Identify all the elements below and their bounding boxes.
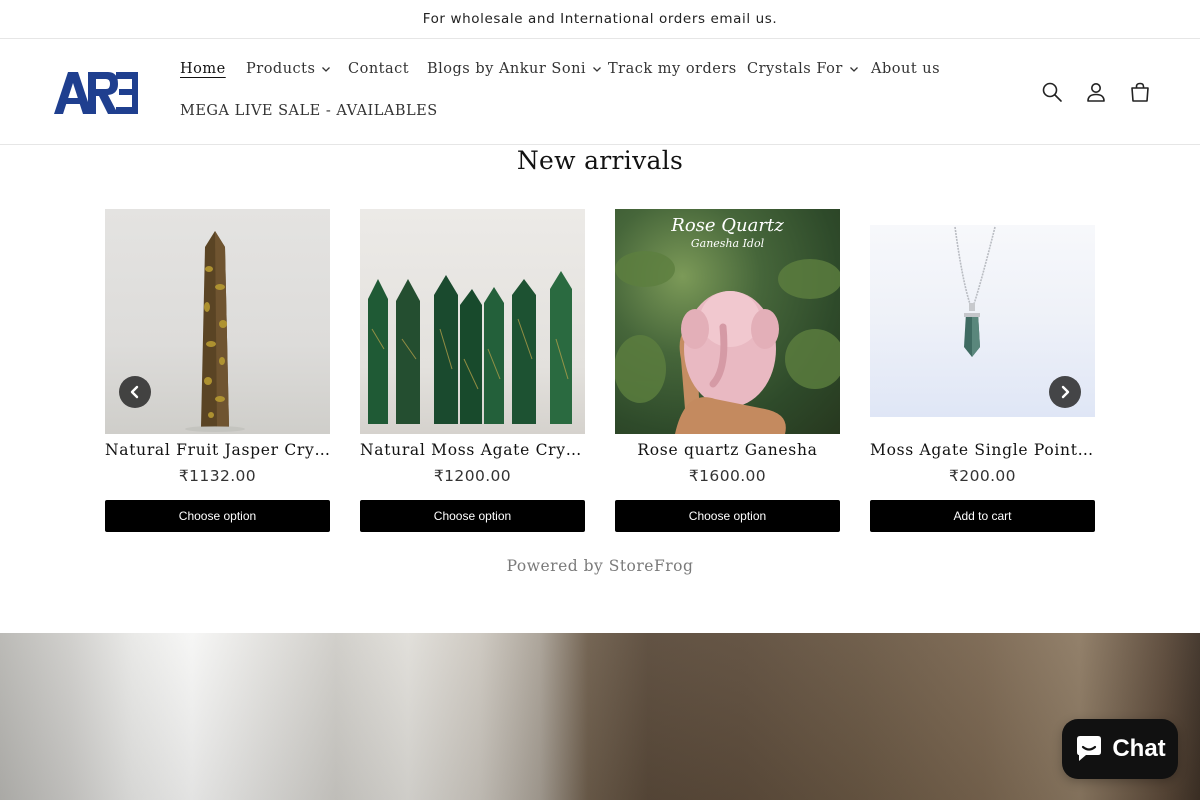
chat-label: Chat <box>1112 735 1166 762</box>
product-price: ₹200.00 <box>949 467 1016 485</box>
add-to-cart-button[interactable]: Add to cart <box>870 500 1095 532</box>
carousel-prev-button[interactable] <box>119 376 151 408</box>
chevron-left-icon <box>130 385 139 399</box>
search-icon[interactable] <box>1040 80 1064 104</box>
nav-crystals-for[interactable]: Crystals For <box>747 61 859 77</box>
announcement-bar: For wholesale and International orders e… <box>0 0 1200 39</box>
nav-mega-sale-label: MEGA LIVE SALE - AVAILABLES <box>180 103 438 119</box>
product-price: ₹1200.00 <box>433 467 512 485</box>
nav-about-label: About us <box>871 61 941 77</box>
chat-bubble-icon <box>1077 736 1102 761</box>
nav-track-label: Track my orders <box>608 61 737 77</box>
product-image[interactable]: Rose Quartz Ganesha Idol <box>615 209 840 434</box>
nav-contact-label: Contact <box>348 61 410 77</box>
product-card[interactable]: Moss Agate Single Point Pendant ₹200.00 … <box>870 209 1095 532</box>
nav-track-orders[interactable]: Track my orders <box>608 61 737 77</box>
nav-products[interactable]: Products <box>246 61 331 77</box>
carousel-next-button[interactable] <box>1049 376 1081 408</box>
cart-icon[interactable] <box>1128 80 1152 104</box>
announcement-text: For wholesale and International orders e… <box>422 11 778 27</box>
product-title[interactable]: Natural Moss Agate Crystal Towers <box>360 441 585 459</box>
hero-banner-image <box>0 633 1200 800</box>
product-price: ₹1132.00 <box>178 467 257 485</box>
nav-home-label: Home <box>180 61 226 77</box>
nav-about[interactable]: About us <box>871 61 940 77</box>
product-title[interactable]: Moss Agate Single Point Pendant <box>870 441 1095 459</box>
choose-option-button[interactable]: Choose option <box>360 500 585 532</box>
product-title[interactable]: Rose quartz Ganesha <box>615 441 840 459</box>
section-title: New arrivals <box>516 146 684 175</box>
product-card[interactable]: Rose Quartz Ganesha Idol Rose quartz Gan… <box>615 209 840 532</box>
account-icon[interactable] <box>1084 80 1108 104</box>
chevron-right-icon <box>1061 385 1070 399</box>
nav-products-label: Products <box>246 61 316 77</box>
chevron-down-icon <box>849 67 858 72</box>
chevron-down-icon <box>322 67 331 72</box>
product-price: ₹1600.00 <box>688 467 767 485</box>
chevron-down-icon <box>593 67 602 72</box>
nav-crystals-for-label: Crystals For <box>747 61 843 77</box>
moss-agate-towers-image <box>368 271 572 424</box>
image-caption-title: Rose Quartz <box>671 215 784 236</box>
nav-contact[interactable]: Contact <box>348 61 409 77</box>
choose-option-button[interactable]: Choose option <box>615 500 840 532</box>
image-caption-subtitle: Ganesha Idol <box>690 237 765 250</box>
nav-blogs-label: Blogs by Ankur Soni <box>427 61 587 77</box>
product-card[interactable]: Natural Moss Agate Crystal Towers ₹1200.… <box>360 209 585 532</box>
chat-widget-button[interactable]: Chat <box>1062 719 1178 779</box>
banner-overlay <box>0 633 1200 800</box>
product-card[interactable]: Natural Fruit Jasper Crystal Tower ₹1132… <box>105 209 330 532</box>
powered-by-link[interactable]: Powered by StoreFrog <box>0 557 1200 575</box>
nav-home[interactable]: Home <box>180 61 226 77</box>
product-title[interactable]: Natural Fruit Jasper Crystal Tower <box>105 441 330 459</box>
nav-mega-sale[interactable]: MEGA LIVE SALE - AVAILABLES <box>180 103 438 119</box>
product-image[interactable] <box>360 209 585 434</box>
store-logo[interactable] <box>52 68 140 116</box>
site-header: Home Products Contact Blogs by Ankur Son… <box>0 39 1200 145</box>
nav-blogs[interactable]: Blogs by Ankur Soni <box>427 61 602 77</box>
choose-option-button[interactable]: Choose option <box>105 500 330 532</box>
